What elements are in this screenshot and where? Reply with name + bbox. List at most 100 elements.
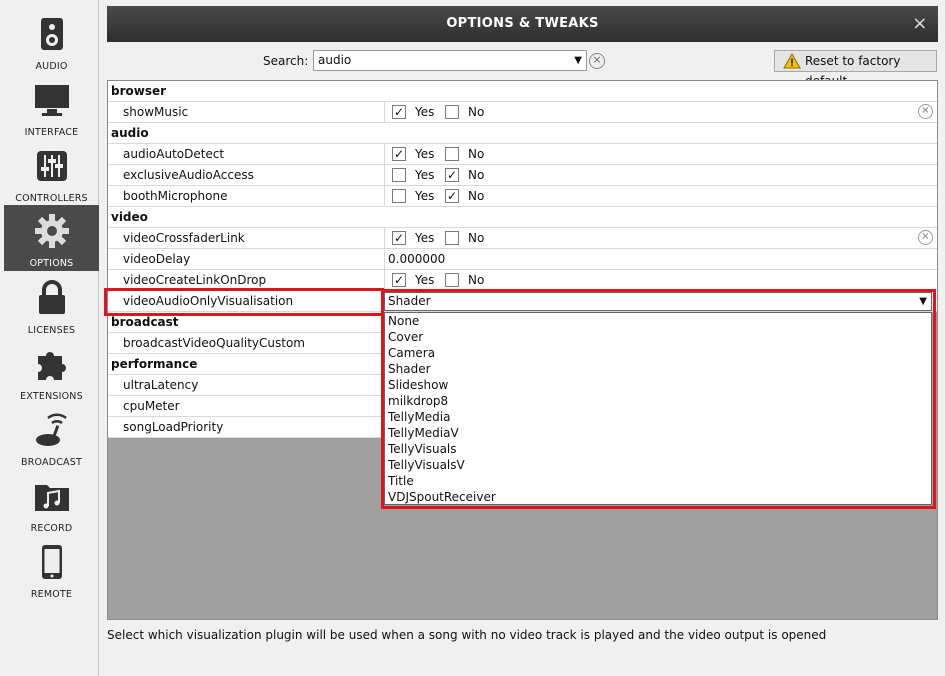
- yes-checkbox[interactable]: [392, 168, 406, 182]
- no-label: No: [468, 168, 485, 182]
- yes-label: Yes: [415, 189, 435, 203]
- yes-checkbox[interactable]: ✓: [392, 231, 406, 245]
- puzzle-icon: [38, 352, 66, 380]
- highlight-dropdown: [381, 289, 936, 509]
- group-header: browser: [108, 81, 937, 102]
- option-value: Yes ✓ No: [384, 165, 937, 185]
- music-folder-icon: [35, 485, 69, 511]
- sidebar-item-label: INTERFACE: [24, 127, 79, 138]
- no-label: No: [468, 147, 485, 161]
- no-label: No: [468, 231, 485, 245]
- sidebar-item-licenses[interactable]: LICENSES: [4, 272, 99, 338]
- chevron-down-icon[interactable]: ▼: [574, 52, 582, 69]
- sidebar: AUDIO INTERFACE CONTROLLERS OPTIONS LICE…: [0, 0, 99, 676]
- option-name: boothMicrophone: [123, 189, 228, 203]
- no-label: No: [468, 189, 485, 203]
- sidebar-item-controllers[interactable]: CONTROLLERS: [4, 140, 99, 206]
- yes-checkbox[interactable]: ✓: [392, 273, 406, 287]
- table-row[interactable]: boothMicrophone Yes ✓ No: [108, 186, 937, 207]
- no-label: No: [468, 273, 485, 287]
- option-value: ✓ Yes No ×: [384, 102, 937, 122]
- option-value: ✓ Yes No ×: [384, 228, 937, 248]
- reset-option-icon[interactable]: ×: [918, 104, 933, 119]
- no-checkbox[interactable]: [445, 105, 459, 119]
- window-title: OPTIONS & TWEAKS: [446, 16, 599, 31]
- yes-label: Yes: [415, 147, 435, 161]
- phone-icon: [42, 545, 62, 579]
- sidebar-item-remote[interactable]: REMOTE: [4, 536, 99, 602]
- sliders-icon: [37, 151, 67, 181]
- option-value-text: 0.000000: [388, 252, 446, 266]
- yes-checkbox[interactable]: ✓: [392, 147, 406, 161]
- yes-checkbox[interactable]: ✓: [392, 105, 406, 119]
- sidebar-item-label: CONTROLLERS: [15, 193, 88, 204]
- sidebar-item-label: BROADCAST: [20, 457, 82, 468]
- group-header: performance: [108, 354, 384, 375]
- group-header: video: [108, 207, 937, 228]
- sidebar-item-label: LICENSES: [27, 325, 76, 336]
- table-row[interactable]: cpuMeter: [108, 396, 384, 417]
- no-checkbox[interactable]: ✓: [445, 189, 459, 203]
- gear-icon: [35, 214, 69, 248]
- monitor-icon: [35, 85, 69, 116]
- yes-label: Yes: [415, 105, 435, 119]
- option-name: videoCrossfaderLink: [123, 231, 245, 245]
- option-value: Yes ✓ No: [384, 186, 937, 206]
- speaker-icon: [41, 18, 63, 50]
- reset-option-icon[interactable]: ×: [918, 230, 933, 245]
- highlight-option-name: [104, 288, 384, 316]
- option-value[interactable]: 0.000000: [384, 249, 937, 269]
- window-titlebar: OPTIONS & TWEAKS ×: [107, 6, 938, 42]
- sidebar-item-interface[interactable]: INTERFACE: [4, 74, 99, 140]
- search-input[interactable]: audio ▼: [313, 50, 587, 71]
- option-name: broadcastVideoQualityCustom: [123, 336, 305, 350]
- broadcast-icon: [36, 413, 67, 446]
- table-row[interactable]: showMusic ✓ Yes No ×: [108, 102, 937, 123]
- table-row[interactable]: videoDelay 0.000000: [108, 249, 937, 270]
- no-checkbox[interactable]: ✓: [445, 168, 459, 182]
- option-name: showMusic: [123, 105, 189, 119]
- clear-search-icon[interactable]: ×: [589, 53, 605, 69]
- search-value: audio: [318, 53, 352, 67]
- sidebar-item-extensions[interactable]: EXTENSIONS: [4, 338, 99, 404]
- yes-checkbox[interactable]: [392, 189, 406, 203]
- no-label: No: [468, 105, 485, 119]
- yes-label: Yes: [415, 168, 435, 182]
- warning-icon: [783, 53, 801, 69]
- sidebar-item-options[interactable]: OPTIONS: [4, 205, 99, 271]
- option-name: cpuMeter: [123, 399, 180, 413]
- no-checkbox[interactable]: [445, 273, 459, 287]
- option-name: audioAutoDetect: [123, 147, 225, 161]
- option-name: exclusiveAudioAccess: [123, 168, 254, 182]
- option-value: ✓ Yes No: [384, 270, 937, 290]
- table-row[interactable]: songLoadPriority: [108, 417, 384, 438]
- sidebar-item-label: OPTIONS: [29, 258, 74, 269]
- no-checkbox[interactable]: [445, 147, 459, 161]
- table-row[interactable]: broadcastVideoQualityCustom: [108, 333, 384, 354]
- option-name: videoCreateLinkOnDrop: [123, 273, 267, 287]
- yes-label: Yes: [415, 273, 435, 287]
- table-row[interactable]: audioAutoDetect ✓ Yes No: [108, 144, 937, 165]
- yes-label: Yes: [415, 231, 435, 245]
- option-value: ✓ Yes No: [384, 144, 937, 164]
- option-description: Select which visualization plugin will b…: [107, 628, 827, 642]
- sidebar-item-label: RECORD: [30, 523, 73, 534]
- sidebar-item-label: AUDIO: [35, 61, 68, 72]
- option-name: songLoadPriority: [123, 420, 224, 434]
- sidebar-item-label: EXTENSIONS: [20, 391, 83, 402]
- option-name: videoDelay: [123, 252, 191, 266]
- option-name: ultraLatency: [123, 378, 199, 392]
- group-header: audio: [108, 123, 937, 144]
- sidebar-item-broadcast[interactable]: BROADCAST: [4, 404, 99, 470]
- table-row[interactable]: ultraLatency: [108, 375, 384, 396]
- table-row[interactable]: videoCrossfaderLink ✓ Yes No ×: [108, 228, 937, 249]
- reset-factory-button[interactable]: Reset to factory default: [774, 50, 937, 88]
- lock-icon: [39, 280, 65, 314]
- table-row[interactable]: exclusiveAudioAccess Yes ✓ No: [108, 165, 937, 186]
- sidebar-item-audio[interactable]: AUDIO: [4, 8, 99, 74]
- no-checkbox[interactable]: [445, 231, 459, 245]
- sidebar-item-label: REMOTE: [30, 589, 73, 600]
- close-icon[interactable]: ×: [910, 6, 930, 42]
- sidebar-item-record[interactable]: RECORD: [4, 470, 99, 536]
- search-label: Search:: [263, 54, 309, 68]
